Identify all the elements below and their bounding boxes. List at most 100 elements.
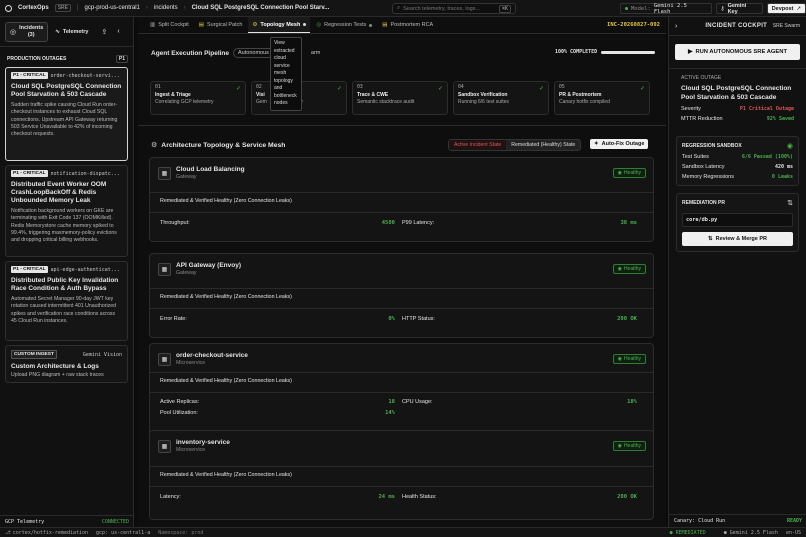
progress-label: 100% COMPLETED	[555, 49, 598, 55]
main-panel: ▥ Split Cockpit ▤ Surgical Patch ⚙ Topology…	[138, 17, 666, 527]
status-label: Healthy	[624, 443, 641, 449]
incident-title: Cloud SQL PostgreSQL Connection Pool Sta…	[11, 83, 122, 98]
status-model-name: Gemini 2.5 Flash	[729, 529, 778, 536]
alert-icon: ◎	[10, 28, 17, 36]
columns-icon: ▥	[150, 22, 156, 28]
incident-card[interactable]: P1 - CRITICAL notification-dispatc... Dis…	[5, 165, 128, 257]
service-note: Remediated & Verified Healthy (Zero Conn…	[160, 472, 292, 478]
status-dot-icon	[625, 7, 628, 10]
sandbox-key: Memory Regressions	[682, 174, 734, 180]
metric-value: 18	[388, 399, 395, 405]
step-desc: Gem	[256, 99, 267, 105]
mode-pill[interactable]: Autonomous	[233, 48, 274, 58]
metric-value: 38 ms	[620, 220, 637, 226]
auto-fix-button[interactable]: ✦ Auto-Fix Outage	[590, 139, 649, 149]
section-title: PRODUCTION OUTAGES	[7, 56, 67, 62]
service-type: Microservice	[176, 360, 206, 366]
cockpit-title: INCIDENT COCKPIT	[705, 23, 768, 29]
service-type: Microservice	[176, 447, 206, 453]
tab-telemetry-label: Telemetry	[62, 28, 89, 35]
active-outage-section: ACTIVE OUTAGE Cloud SQL PostgreSQL Conne…	[669, 69, 806, 122]
app-name[interactable]: CortexOps	[18, 5, 49, 11]
tab-label: Regression Tests	[324, 22, 367, 28]
tab-postmortem-rca[interactable]: ▤ Postmortem RCA	[378, 17, 437, 33]
tab-regression-tests[interactable]: ◎ Regression Tests	[312, 17, 376, 33]
incident-card[interactable]: P1 - CRITICAL order-checkout-servi... Clo…	[5, 67, 128, 161]
auto-fix-label: Auto-Fix Outage	[601, 141, 645, 147]
breadcrumb-incident[interactable]: Cloud SQL PostgreSQL Connection Pool Sta…	[192, 5, 330, 11]
incident-title: Distributed Public Key Invalidation Race…	[11, 277, 119, 292]
service-card[interactable]: ▦ inventory-service Microservice ◉ Healthy…	[149, 430, 654, 520]
play-icon: ▶	[687, 49, 693, 55]
custom-ingest-card[interactable]: CUSTOM INGEST Gemini Vision Custom Archit…	[5, 345, 128, 383]
tab-label: Surgical Patch	[206, 22, 243, 28]
tab-telemetry[interactable]: ∿ Telemetry	[52, 29, 91, 35]
step-title: Sandbox Verification	[458, 92, 508, 98]
incident-title: Distributed Event Worker OOM CrashLoopBa…	[11, 181, 107, 204]
telemetry-label: GCP Telemetry	[5, 518, 45, 525]
telemetry-footer: GCP Telemetry CONNECTED	[0, 515, 134, 527]
custom-desc: Upload PNG diagram + raw stack traces	[11, 372, 104, 378]
gemini-key-button[interactable]: ⚷ Gemini Key	[715, 3, 763, 15]
status-label: Healthy	[624, 356, 641, 362]
breadcrumb-section[interactable]: incidents	[154, 5, 178, 11]
step-desc: Canary hotfix compiled	[559, 99, 610, 105]
namespace: Namespace: prod	[158, 529, 204, 536]
step-title: Trace & CWE	[357, 92, 389, 98]
metric-label: Error Rate:	[160, 316, 187, 322]
check-circle-icon: ◉	[617, 443, 623, 449]
cockpit-sub: SRE Swarm	[772, 23, 800, 29]
incident-card[interactable]: P1 - CRITICAL api-edge-authenticat... Dis…	[5, 261, 128, 341]
metric-label: CPU Usage:	[402, 399, 433, 405]
logo-icon	[5, 4, 12, 12]
tab-topology-mesh[interactable]: ⚙ Topology Mesh	[248, 17, 311, 33]
service-card[interactable]: ▦ API Gateway (Envoy) Gateway ◉ Healthy Re…	[149, 253, 654, 338]
tab-split-cockpit[interactable]: ▥ Split Cockpit	[146, 17, 193, 33]
severity-value: P1 Critical Outage	[739, 106, 794, 112]
merge-pr-label: Review & Merge PR	[715, 236, 767, 242]
collapse-icon[interactable]: ‹	[117, 28, 119, 35]
service-card[interactable]: ▦ Cloud Load Balancing Gateway ◉ Healthy R…	[149, 157, 654, 242]
step-number: 04	[458, 85, 464, 90]
tab-incidents-label: Incidents	[19, 24, 44, 31]
outage-label: ACTIVE OUTAGE	[681, 75, 722, 81]
status-model: ● Gemini 2.5 Flash	[723, 529, 778, 536]
tab-incidents-count: (3)	[27, 31, 35, 38]
service-name: api-edge-authenticat...	[50, 266, 120, 273]
service-card[interactable]: ▦ order-checkout-service Microservice ◉ He…	[149, 343, 654, 438]
model-selector[interactable]: Model: Gemini 2.5 Flash	[620, 3, 712, 15]
progress-fill	[601, 50, 656, 54]
target-icon: ◎	[316, 22, 322, 28]
canary-label: Canary: Cloud Run	[674, 518, 726, 524]
sandbox-value: 420 ms	[774, 164, 793, 170]
tab-label: Split Cockpit	[158, 22, 189, 28]
active-state-button[interactable]: Active Incident State	[449, 140, 507, 150]
breadcrumb-project[interactable]: gcp-prod-us-central1	[85, 5, 140, 11]
collapse-icon[interactable]: ›	[675, 23, 677, 30]
service-note: Remediated & Verified Healthy (Zero Conn…	[160, 378, 292, 384]
server-icon: ▦	[158, 166, 171, 180]
git-pull-request-icon: ⇅	[787, 200, 793, 207]
pr-file[interactable]: core/db.py	[682, 213, 793, 227]
mode-suffix: arm	[310, 50, 321, 56]
severity-tag: P1 - CRITICAL	[11, 72, 48, 79]
incident-desc: Sudden traffic spike causing Cloud Run o…	[11, 102, 118, 138]
severity-tag: P1 - CRITICAL	[11, 266, 48, 273]
branch-name[interactable]: cortex/hotfix-remediation	[13, 530, 88, 536]
run-agent-button[interactable]: ▶ RUN AUTONOMOUS SRE AGENT	[675, 44, 800, 60]
healthy-state-button[interactable]: Remediated (Healthy) State	[506, 140, 581, 150]
service-name: API Gateway (Envoy)	[176, 262, 242, 269]
chevron-right-icon: ›	[145, 5, 148, 11]
merge-pr-button[interactable]: ⇅ Review & Merge PR	[682, 232, 793, 246]
tab-label: Topology Mesh	[260, 21, 301, 28]
service-note: Remediated & Verified Healthy (Zero Conn…	[160, 198, 292, 204]
upload-icon[interactable]: ⇪	[101, 28, 107, 36]
devpost-button[interactable]: Devpost ↗	[766, 3, 806, 14]
status-label: Healthy	[624, 266, 641, 272]
step-desc: Correlating GCP telemetry	[155, 99, 214, 105]
tab-incidents[interactable]: ◎ Incidents (3)	[5, 21, 49, 42]
tab-surgical-patch[interactable]: ▤ Surgical Patch	[195, 17, 247, 33]
search-input[interactable]: ⌕ Search telemetry, traces, logs... ⌘K	[392, 3, 516, 14]
left-sidebar: ◎ Incidents (3) ∿ Telemetry ⇪ ‹ PRODUCTI…	[0, 17, 134, 527]
incident-desc: Automated Secret Manager 90-day JWT key …	[11, 296, 116, 324]
